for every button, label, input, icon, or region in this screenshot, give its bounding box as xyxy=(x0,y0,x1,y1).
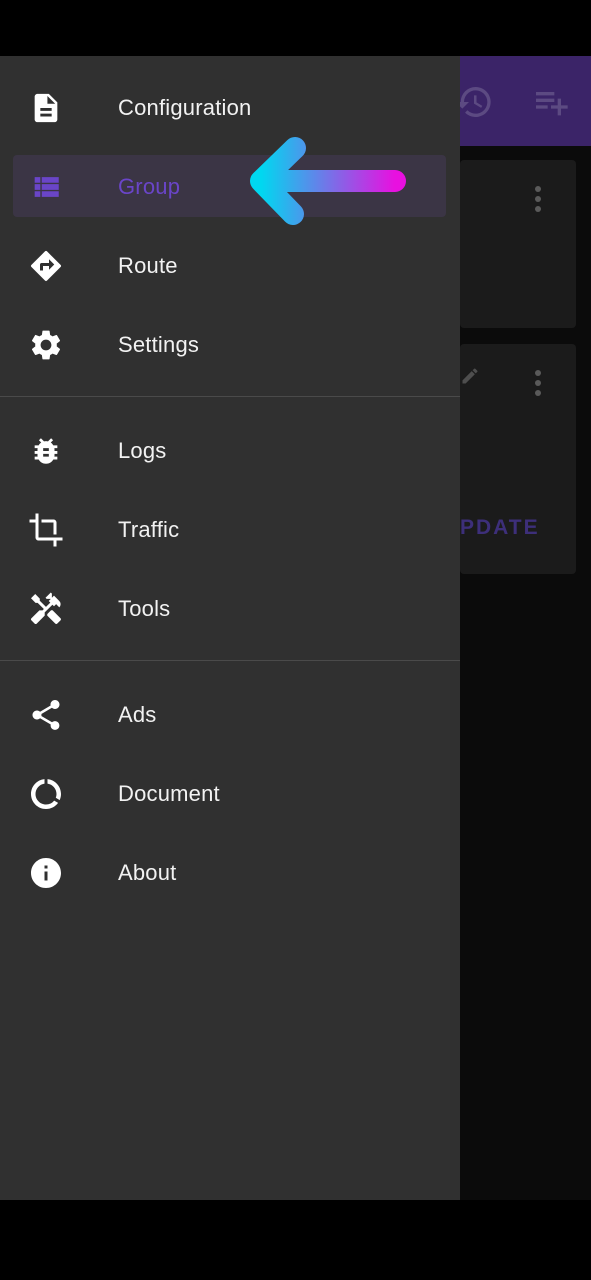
drawer-item-traffic[interactable]: Traffic xyxy=(0,490,460,569)
share-icon xyxy=(28,697,64,733)
navigation-bar xyxy=(0,1200,591,1280)
drawer-item-label: Group xyxy=(118,173,181,199)
pencil-icon[interactable] xyxy=(460,366,480,386)
drawer-item-about[interactable]: About xyxy=(0,833,460,912)
drawer-item-label: Settings xyxy=(118,331,200,357)
drawer-item-document[interactable]: Document xyxy=(0,754,460,833)
drawer-item-label: Logs xyxy=(118,437,167,463)
update-button[interactable]: PDATE xyxy=(460,516,576,540)
drawer-item-label: Traffic xyxy=(118,516,180,542)
drawer-item-settings[interactable]: Settings xyxy=(0,305,460,384)
drawer-item-tools[interactable]: Tools xyxy=(0,569,460,648)
history-icon[interactable] xyxy=(454,82,494,122)
drawer-item-label: Route xyxy=(118,252,178,278)
group-card[interactable]: PDATE xyxy=(460,344,576,574)
drawer-item-logs[interactable]: Logs xyxy=(0,411,460,490)
drawer-item-label: Configuration xyxy=(118,94,252,120)
annotation-arrow xyxy=(250,137,406,225)
drawer-item-label: Ads xyxy=(118,701,157,727)
tools-icon xyxy=(28,591,64,627)
playlist-add-icon[interactable] xyxy=(531,82,571,122)
more-vert-icon[interactable] xyxy=(532,186,544,220)
bug-icon xyxy=(28,433,64,469)
more-vert-icon[interactable] xyxy=(532,370,544,404)
group-card[interactable] xyxy=(460,160,576,328)
drawer-item-label: About xyxy=(118,859,177,885)
crop-icon xyxy=(28,512,64,548)
info-icon xyxy=(28,855,64,891)
gear-icon xyxy=(28,327,64,363)
drawer-item-ads[interactable]: Ads xyxy=(0,675,460,754)
drawer-item-label: Document xyxy=(118,780,220,806)
list-icon xyxy=(28,169,64,205)
divider xyxy=(0,660,460,661)
status-bar xyxy=(0,0,591,56)
route-sign-icon xyxy=(28,248,64,284)
file-document-icon xyxy=(28,90,64,126)
donut-icon xyxy=(28,776,64,812)
drawer-item-label: Tools xyxy=(118,595,171,621)
divider xyxy=(0,396,460,397)
drawer-item-route[interactable]: Route xyxy=(0,226,460,305)
